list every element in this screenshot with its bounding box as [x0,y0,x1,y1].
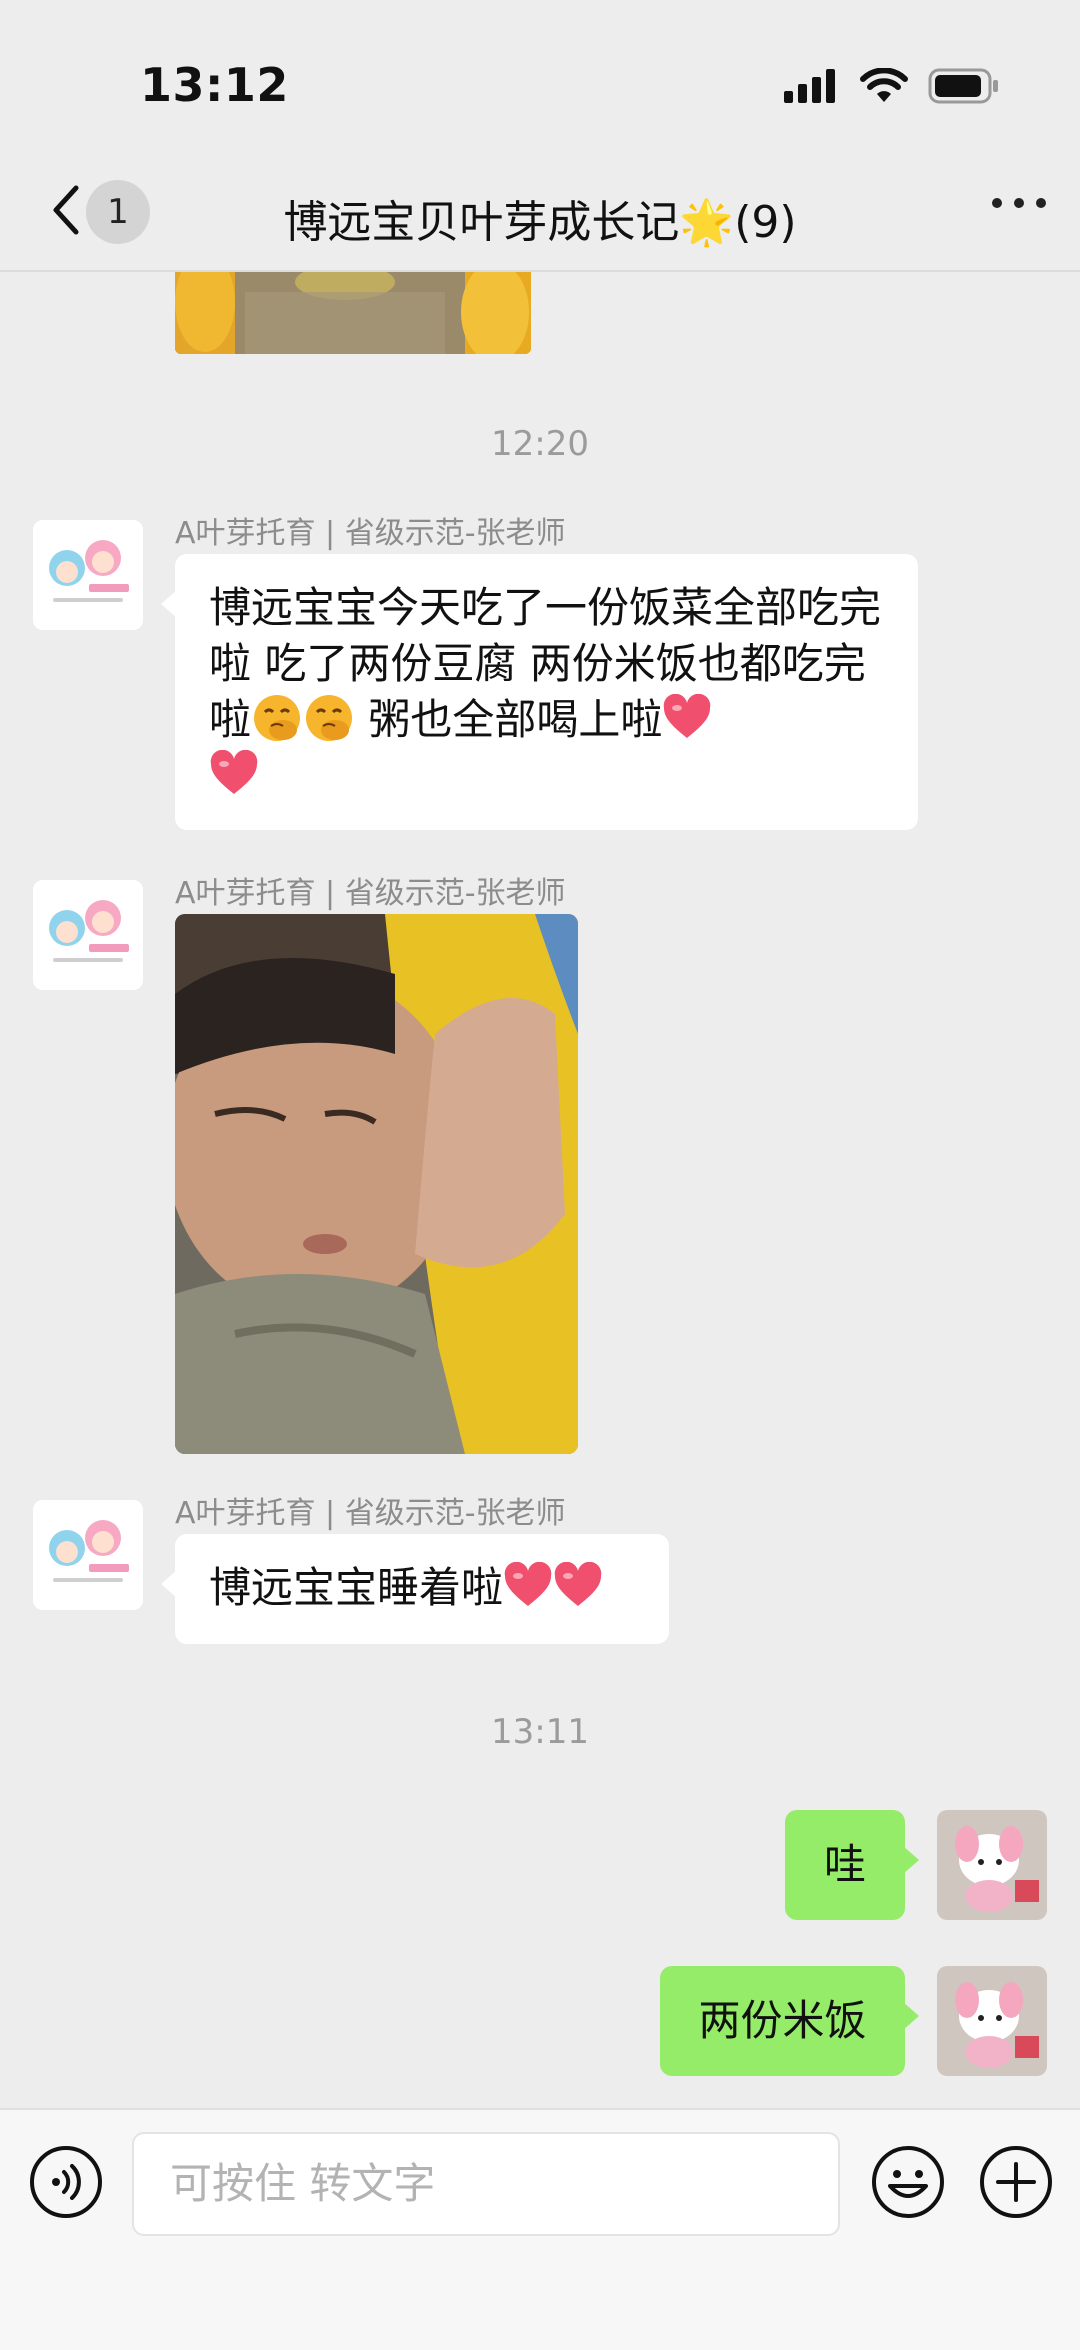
sender-name: A叶芽托育 | 省级示范-张老师 [175,876,566,911]
message-bubble[interactable]: 博远宝宝睡着啦 [161,1534,669,1644]
sender-name: A叶芽托育 | 省级示范-张老师 [175,1496,566,1531]
plus-button[interactable] [978,2144,1054,2224]
heart-icon [664,694,711,738]
emoji-button[interactable] [870,2144,946,2224]
more-dot [1014,198,1024,208]
smiling-face-with-hand-icon [306,695,353,741]
avatar[interactable] [33,1500,143,1610]
heart-icon [504,1562,552,1606]
my-avatar[interactable] [937,1810,1047,1920]
more-dot [1036,198,1046,208]
heart-icon [210,750,258,794]
sent-message-bubble[interactable]: 哇 [785,1810,919,1920]
timestamp: 13:11 [491,1712,589,1752]
sent-message-bubble[interactable]: 两份米饭 [660,1966,919,2076]
chat-title: 博远宝贝叶芽成长记🌟(9) [283,197,797,248]
more-button[interactable] [992,198,1046,208]
message-text: 两份米饭 [698,1996,867,2045]
photo-message[interactable] [175,914,578,1454]
image-message-partial[interactable] [175,272,531,354]
message-bubble[interactable]: 博远宝宝今天吃了一份饭菜全部吃完啦 吃了两份豆腐 两份米饭也都吃完啦 粥也全部喝… [161,554,918,830]
input-bar: 可按住 转文字 [0,2108,1080,2350]
smiling-face-with-hand-icon [254,695,301,741]
message-input[interactable]: 可按住 转文字 [132,2132,840,2236]
message-text: 哇 [823,1840,866,1889]
sender-name: A叶芽托育 | 省级示范-张老师 [175,516,566,551]
voice-button[interactable] [28,2144,104,2224]
status-bar: 13:12 [0,0,1080,150]
wifi-icon [860,68,908,102]
more-dots-icon [992,198,1002,208]
status-time: 13:12 [140,58,289,112]
voice-icon [30,2146,102,2218]
avatar[interactable] [33,880,143,990]
chevron-left-icon [53,185,79,235]
signal-icon [784,69,835,103]
battery-icon [928,68,998,104]
avatar[interactable] [33,520,143,630]
emoji-icon [872,2146,944,2218]
timestamp: 12:20 [491,424,589,464]
message-text: 粥也全部喝上啦 [355,695,663,744]
heart-icon [554,1562,602,1606]
chat-area[interactable]: 12:20 A叶芽托育 | 省级示范-张老师 博远宝宝今天吃了一份饭菜全部吃完啦… [0,272,1080,2108]
status-icons [784,68,1000,104]
unread-badge[interactable]: 1 [86,180,150,244]
nav-bar: 1 博远宝贝叶芽成长记🌟(9) [0,150,1080,272]
plus-icon [980,2146,1052,2218]
my-avatar[interactable] [937,1966,1047,2076]
message-text: 博远宝宝睡着啦 [209,1563,504,1612]
